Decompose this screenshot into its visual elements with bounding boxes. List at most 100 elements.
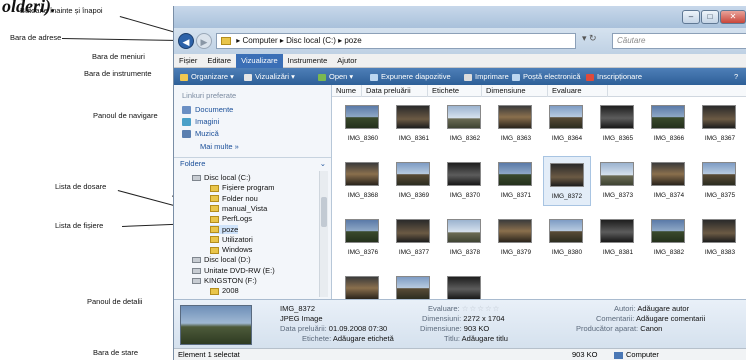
toolbar-button-2[interactable]: Open ▾	[318, 68, 353, 85]
address-bar[interactable]: ▸ Computer ▸ Disc local (C:) ▸ poze	[216, 33, 576, 49]
forward-button[interactable]: ▶	[196, 33, 212, 49]
help-icon[interactable]: ?	[734, 68, 738, 85]
menu-tools[interactable]: Instrumente	[283, 54, 333, 68]
menu-edit[interactable]: Editare	[202, 54, 236, 68]
file-thumbnail[interactable]: IMG_8382	[645, 213, 693, 263]
back-button[interactable]: ◀	[178, 33, 194, 49]
favorite-link-1[interactable]: Imagini	[182, 117, 219, 127]
minimize-button[interactable]: –	[682, 10, 700, 24]
menu-file[interactable]: Fișier	[174, 54, 202, 68]
rating-stars[interactable]: ☆☆☆☆☆	[462, 304, 501, 313]
file-thumbnail[interactable]: IMG_8365	[594, 99, 642, 149]
file-thumbnail[interactable]: IMG_8386	[441, 270, 489, 299]
file-thumbnail[interactable]: IMG_8378	[441, 213, 489, 263]
breadcrumb-poze[interactable]: poze	[344, 36, 361, 45]
refresh-icon[interactable]: ▾ ↻	[582, 33, 597, 44]
music-icon	[182, 130, 191, 139]
photo-thumbnail-image	[600, 105, 634, 129]
photo-thumbnail-image	[396, 162, 430, 186]
photo-thumbnail-image	[549, 219, 583, 243]
folder-tree-item[interactable]: PerfLogs	[210, 214, 252, 223]
file-thumbnail[interactable]: IMG_8371	[492, 156, 540, 206]
detail-title[interactable]: Adăugare titlu	[462, 334, 508, 343]
toolbar-button-label: Open ▾	[329, 72, 354, 81]
file-name: IMG_8367	[704, 135, 736, 142]
detail-maker-label: Producător aparat:	[576, 324, 639, 333]
folder-tree-item[interactable]: Windows	[210, 245, 252, 254]
favorite-link-label: Muzică	[195, 129, 219, 138]
slideshow-icon	[370, 73, 378, 81]
file-thumbnail[interactable]: IMG_8366	[645, 99, 693, 149]
file-thumbnail[interactable]: IMG_8385	[390, 270, 438, 299]
file-thumbnail[interactable]: IMG_8361	[390, 99, 438, 149]
file-thumbnail[interactable]: IMG_8364	[543, 99, 591, 149]
folder-tree-item[interactable]: Folder nou	[210, 194, 258, 203]
column-header-2[interactable]: Etichete	[428, 85, 482, 97]
favorite-link-2[interactable]: Muzică	[182, 129, 219, 139]
toolbar-button-label: Expunere diapozitive	[381, 72, 451, 81]
folders-header[interactable]: Foldere ⌄	[174, 157, 331, 169]
toolbar-button-0[interactable]: Organizare ▾	[180, 68, 234, 85]
file-thumbnail[interactable]: IMG_8384	[339, 270, 387, 299]
column-header-4[interactable]: Evaluare	[548, 85, 608, 97]
folder-tree-item[interactable]: Utilizatori	[210, 235, 253, 244]
file-thumbnail[interactable]: IMG_8372	[543, 156, 591, 206]
folder-tree-item[interactable]: 2008	[210, 286, 239, 295]
search-input[interactable]: Căutare	[612, 33, 746, 49]
toolbar-button-3[interactable]: Expunere diapozitive	[370, 68, 451, 85]
file-thumbnail[interactable]: IMG_8373	[594, 156, 642, 206]
file-thumbnail[interactable]: IMG_8368	[339, 156, 387, 206]
detail-comments[interactable]: Adăugare comentarii	[636, 314, 705, 323]
folder-icon	[210, 184, 219, 192]
file-name: IMG_8381	[602, 249, 634, 256]
breadcrumb-computer[interactable]: Computer	[242, 36, 277, 45]
column-header-1[interactable]: Data preluării	[362, 85, 428, 97]
column-header-3[interactable]: Dimensiune	[482, 85, 548, 97]
toolbar-button-4[interactable]: Imprimare	[464, 68, 509, 85]
file-thumbnail[interactable]: IMG_8362	[441, 99, 489, 149]
toolbar-button-1[interactable]: Vizualizări ▾	[244, 68, 295, 85]
toolbar-button-5[interactable]: Poștă electronică	[512, 68, 581, 85]
file-thumbnail[interactable]: IMG_8363	[492, 99, 540, 149]
file-thumbnail[interactable]: IMG_8383	[696, 213, 744, 263]
detail-tags[interactable]: Adăugare etichetă	[333, 334, 394, 343]
file-thumbnail[interactable]: IMG_8369	[390, 156, 438, 206]
toolbar-button-label: Imprimare	[475, 72, 509, 81]
folder-tree-item[interactable]: Fișiere program	[210, 183, 275, 192]
folder-icon	[210, 205, 219, 213]
breadcrumb-disk-c[interactable]: Disc local (C:)	[286, 36, 336, 45]
window-titlebar: – □ ✕	[174, 6, 746, 28]
folder-tree-item[interactable]: Disc local (C:)	[192, 173, 251, 182]
file-thumbnail[interactable]: IMG_8381	[594, 213, 642, 263]
menu-view[interactable]: Vizualizare	[236, 54, 283, 68]
drive-icon	[192, 175, 201, 182]
file-thumbnail[interactable]: IMG_8376	[339, 213, 387, 263]
menu-help[interactable]: Ajutor	[332, 54, 362, 68]
file-thumbnail[interactable]: IMG_8367	[696, 99, 744, 149]
more-links[interactable]: Mai multe »	[200, 142, 239, 151]
folder-tree-label: KINGSTON (F:)	[204, 276, 257, 285]
file-thumbnail[interactable]: IMG_8379	[492, 213, 540, 263]
file-thumbnail[interactable]: IMG_8380	[543, 213, 591, 263]
file-thumbnail[interactable]: IMG_8375	[696, 156, 744, 206]
folder-tree-item[interactable]: poze	[210, 224, 239, 234]
photo-thumbnail-image	[447, 105, 481, 129]
file-thumbnail[interactable]: IMG_8370	[441, 156, 489, 206]
file-thumbnail[interactable]: IMG_8377	[390, 213, 438, 263]
folder-tree-scrollbar[interactable]	[319, 171, 328, 297]
column-header-0[interactable]: Nume	[332, 85, 362, 97]
file-thumbnail[interactable]: IMG_8374	[645, 156, 693, 206]
close-button[interactable]: ✕	[720, 10, 746, 24]
folder-tree-item[interactable]: KINGSTON (F:)	[192, 276, 257, 285]
folder-tree-item[interactable]: manual_Vista	[210, 204, 267, 213]
folder-tree-item[interactable]: Disc local (D:)	[192, 255, 251, 264]
detail-author[interactable]: Adăugare autor	[637, 304, 689, 313]
folder-tree-item[interactable]: Unitate DVD-RW (E:)	[192, 266, 275, 275]
maximize-button[interactable]: □	[701, 10, 719, 24]
annotation-toolbar: Bara de instrumente	[84, 69, 152, 78]
annotation-details-pane: Panoul de detalii	[87, 297, 143, 306]
favorite-link-0[interactable]: Documente	[182, 105, 233, 115]
toolbar-button-6[interactable]: Inscripționare	[586, 68, 642, 85]
file-thumbnail[interactable]: IMG_8360	[339, 99, 387, 149]
folder-icon	[210, 236, 219, 244]
